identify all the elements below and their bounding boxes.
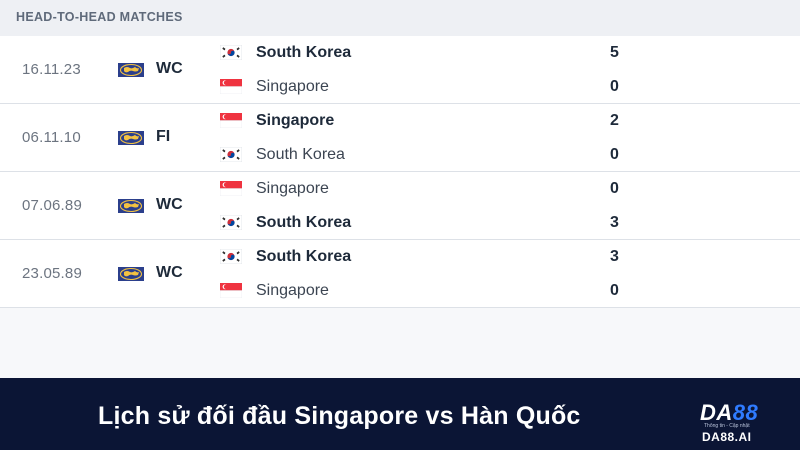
south-korea-flag-icon [220,215,242,230]
home-team: South Korea 5 [220,42,640,64]
match-date: 16.11.23 [22,61,81,78]
home-team-name: Singapore [256,112,335,129]
match-list: 16.11.23 WC South Korea 5 Singapore 0 06… [0,36,800,308]
world-cup-globe-icon [118,199,144,213]
away-team-name: South Korea [256,214,352,231]
south-korea-flag-icon [220,147,242,162]
south-korea-flag-icon [220,249,242,264]
competition-label: WC [156,264,183,281]
section-header: HEAD-TO-HEAD MATCHES [0,0,800,36]
away-team: Singapore 0 [220,76,640,98]
away-score: 0 [610,282,619,299]
home-team-name: Singapore [256,180,329,197]
match-date: 23.05.89 [22,265,82,282]
match-row[interactable]: 06.11.10 FI Singapore 2 South Korea 0 [0,104,800,172]
match-row[interactable]: 23.05.89 WC South Korea 3 Singapore 0 [0,240,800,308]
brand-logo: DA88 Thông tin - Cập nhật DA88.AI [700,400,780,444]
head-to-head-panel: HEAD-TO-HEAD MATCHES 16.11.23 WC South K… [0,0,800,378]
home-team: Singapore 0 [220,178,640,200]
singapore-flag-icon [220,181,242,196]
match-date: 06.11.10 [22,129,81,146]
away-score: 0 [610,146,619,163]
competition-label: FI [156,128,171,145]
away-team: South Korea 3 [220,212,640,234]
away-score: 0 [610,78,619,95]
home-score: 3 [610,248,619,265]
away-team-name: Singapore [256,282,329,299]
home-team: Singapore 2 [220,110,640,132]
logo-suffix: 88 [732,400,759,425]
competition-label: WC [156,196,183,213]
singapore-flag-icon [220,283,242,298]
section-title: HEAD-TO-HEAD MATCHES [16,10,183,24]
home-score: 0 [610,180,619,197]
home-team-name: South Korea [256,248,352,265]
home-team-name: South Korea [256,44,352,61]
home-score: 2 [610,112,619,129]
singapore-flag-icon [220,79,242,94]
logo-prefix: DA [700,400,733,425]
competition-label: WC [156,60,183,77]
logo-tagline: Thông tin - Cập nhật [704,423,750,429]
match-row[interactable]: 16.11.23 WC South Korea 5 Singapore 0 [0,36,800,104]
match-date: 07.06.89 [22,197,82,214]
world-cup-globe-icon [118,63,144,77]
world-cup-globe-icon [118,131,144,145]
away-team: Singapore 0 [220,280,640,302]
banner-caption: Lịch sử đối đầu Singapore vs Hàn Quốc [98,402,581,430]
home-team: South Korea 3 [220,246,640,268]
away-team-name: Singapore [256,78,329,95]
south-korea-flag-icon [220,45,242,60]
match-row[interactable]: 07.06.89 WC Singapore 0 South Korea 3 [0,172,800,240]
logo-url: DA88.AI [702,430,752,444]
home-score: 5 [610,44,619,61]
away-team: South Korea 0 [220,144,640,166]
singapore-flag-icon [220,113,242,128]
away-team-name: South Korea [256,146,345,163]
world-cup-globe-icon [118,267,144,281]
caption-banner: Lịch sử đối đầu Singapore vs Hàn Quốc [0,378,800,450]
away-score: 3 [610,214,619,231]
